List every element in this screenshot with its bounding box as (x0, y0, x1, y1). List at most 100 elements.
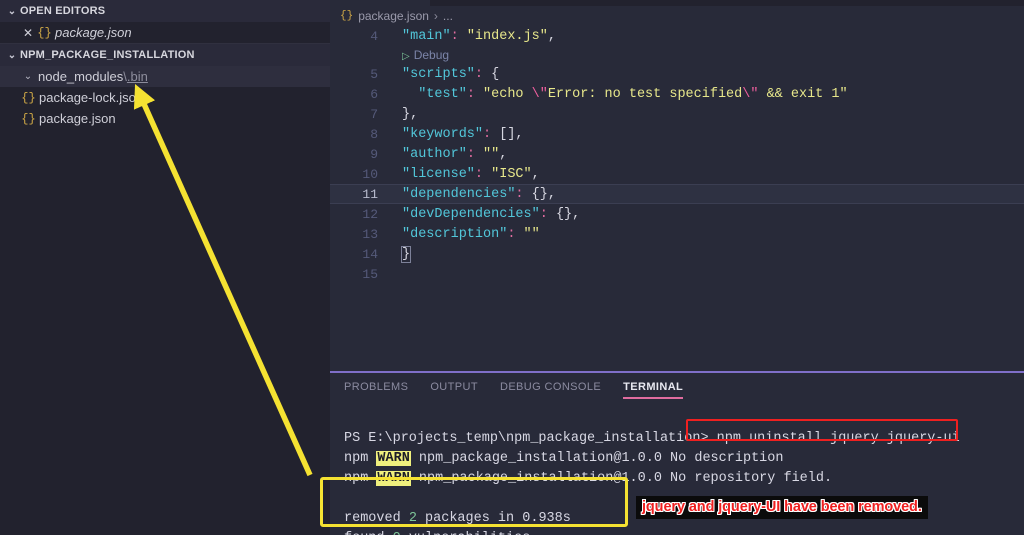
code-editor[interactable]: 4"main": "index.js",▷Debug5"scripts": {6… (330, 26, 1024, 371)
code-token: \" (742, 87, 758, 102)
panel-tab-terminal[interactable]: TERMINAL (623, 377, 683, 399)
line-number: 7 (330, 107, 388, 122)
open-editor-item-package-json[interactable]: ✕ {} package.json (0, 22, 330, 43)
chevron-down-icon: ⌄ (4, 6, 20, 17)
code-line-content: "license": "ISC", (398, 167, 540, 182)
code-token: \" (532, 87, 548, 102)
terminal-prompt-path: PS E:\projects_temp\npm_package_installa… (344, 431, 700, 446)
code-line[interactable]: 4"main": "index.js", (330, 26, 1024, 46)
code-token: , (499, 147, 507, 162)
terminal-warning-text: npm_package_installation@1.0.0 No descri… (411, 451, 784, 466)
code-token: : (467, 87, 483, 102)
code-token: {}, (532, 187, 556, 202)
code-token: : (467, 147, 483, 162)
breadcrumb[interactable]: {} package.json › ... (330, 6, 1024, 26)
panel-tab-problems[interactable]: PROBLEMS (344, 377, 408, 399)
code-token: : (475, 67, 491, 82)
code-token: "ISC" (491, 167, 532, 182)
code-token: : (451, 29, 467, 44)
line-number: 10 (330, 167, 388, 182)
section-header-npm-package-installation[interactable]: ⌄ NPM_PACKAGE_INSTALLATION (0, 43, 330, 66)
code-line[interactable]: 12"devDependencies": {}, (330, 204, 1024, 224)
code-token: "test" (418, 87, 467, 102)
code-line[interactable]: 14} (330, 244, 1024, 264)
tree-item-package-json[interactable]: {} package.json (0, 108, 330, 129)
chevron-down-icon[interactable]: ⌄ (20, 71, 36, 82)
code-line-content: "main": "index.js", (398, 29, 556, 44)
breadcrumb-more[interactable]: ... (443, 9, 453, 23)
terminal-result-prefix: found (344, 531, 393, 535)
tree-item-node-modules-bin[interactable]: ⌄ node_modules \ .bin (0, 66, 330, 87)
tree-item-label: package.json (37, 111, 116, 126)
line-number: 15 (330, 267, 388, 282)
play-icon: ▷ (402, 51, 410, 62)
code-line-content: } (398, 247, 410, 262)
tree-item-package-lock-json[interactable]: {} package-lock.json (0, 87, 330, 108)
terminal-result-suffix: vulnerabilities (401, 531, 531, 535)
terminal-result-number: 2 (409, 511, 417, 526)
line-number: 12 (330, 207, 388, 222)
code-line[interactable]: 7}, (330, 104, 1024, 124)
code-line[interactable]: 13 "description": "" (330, 224, 1024, 244)
code-token: "author" (402, 147, 467, 162)
code-token: "echo (483, 87, 532, 102)
code-token: && exit 1" (758, 87, 847, 102)
code-line[interactable]: 5"scripts": { (330, 64, 1024, 84)
code-line[interactable]: 6 "test": "echo \"Error: no test specifi… (330, 84, 1024, 104)
tree-item-label-dim: .bin (127, 69, 148, 84)
code-line[interactable]: 15 (330, 264, 1024, 284)
line-number: 13 (330, 227, 388, 242)
section-title: OPEN EDITORS (20, 5, 105, 17)
code-line[interactable]: 9"author": "", (330, 144, 1024, 164)
terminal-result-number: 0 (393, 531, 401, 535)
code-line[interactable]: 10 "license": "ISC", (330, 164, 1024, 184)
terminal-warning-line: npm WARN npm_package_installation@1.0.0 … (344, 449, 1024, 469)
terminal-command: npm uninstall jquery jquery-ui (717, 431, 960, 446)
code-token: }, (402, 107, 418, 122)
code-token: "main" (402, 29, 451, 44)
code-token: "description" (402, 227, 507, 242)
panel-tab-debug-console[interactable]: DEBUG CONSOLE (500, 377, 601, 399)
terminal-warning-line: npm WARN npm_package_installation@1.0.0 … (344, 469, 1024, 489)
section-header-open-editors[interactable]: ⌄ OPEN EDITORS (0, 0, 330, 22)
code-token: Error: no test specified (548, 87, 742, 102)
code-token: : (507, 227, 523, 242)
code-token: "keywords" (402, 127, 483, 142)
code-line[interactable]: 11 "dependencies": {}, (330, 184, 1024, 204)
code-token: : (515, 187, 531, 202)
codelens-content[interactable]: ▷ Debug (398, 48, 449, 62)
line-number: 8 (330, 127, 388, 142)
code-token: "scripts" (402, 67, 475, 82)
terminal-prompt-line: PS E:\projects_temp\npm_package_installa… (344, 429, 1024, 449)
codelens-label[interactable]: Debug (414, 48, 449, 62)
code-token: {}, (556, 207, 580, 222)
json-file-icon: {} (20, 112, 37, 126)
editor-tab-package-json[interactable] (330, 0, 430, 6)
json-file-icon: {} (36, 26, 53, 40)
vscode-window: ⌄ OPEN EDITORS ✕ {} package.json ⌄ NPM_P… (0, 0, 1024, 535)
chevron-down-icon: ⌄ (4, 50, 20, 61)
editor-tabbar (330, 0, 1024, 6)
section-title: NPM_PACKAGE_INSTALLATION (20, 49, 195, 61)
panel-tab-output[interactable]: OUTPUT (430, 377, 478, 399)
line-number: 11 (330, 187, 388, 202)
line-number: 5 (330, 67, 388, 82)
breadcrumb-file[interactable]: package.json (358, 9, 429, 23)
terminal-result-prefix: removed (344, 511, 409, 526)
code-line-content: "keywords": [], (398, 127, 524, 142)
terminal-warning-text: npm_package_installation@1.0.0 No reposi… (411, 471, 832, 486)
code-line-content: }, (398, 107, 418, 122)
code-token: : (483, 127, 499, 142)
code-token: "" (483, 147, 499, 162)
code-line[interactable]: 8 "keywords": [], (330, 124, 1024, 144)
code-token: , (548, 29, 556, 44)
open-editor-label: package.json (53, 25, 132, 40)
code-token: "" (524, 227, 540, 242)
tree-item-label: node_modules (36, 69, 123, 84)
close-icon[interactable]: ✕ (20, 27, 36, 39)
code-token: "index.js" (467, 29, 548, 44)
codelens-debug[interactable]: ▷ Debug (330, 46, 1024, 64)
line-number: 14 (330, 247, 388, 262)
code-line-content: "dependencies": {}, (398, 187, 556, 202)
line-number: 6 (330, 87, 388, 102)
